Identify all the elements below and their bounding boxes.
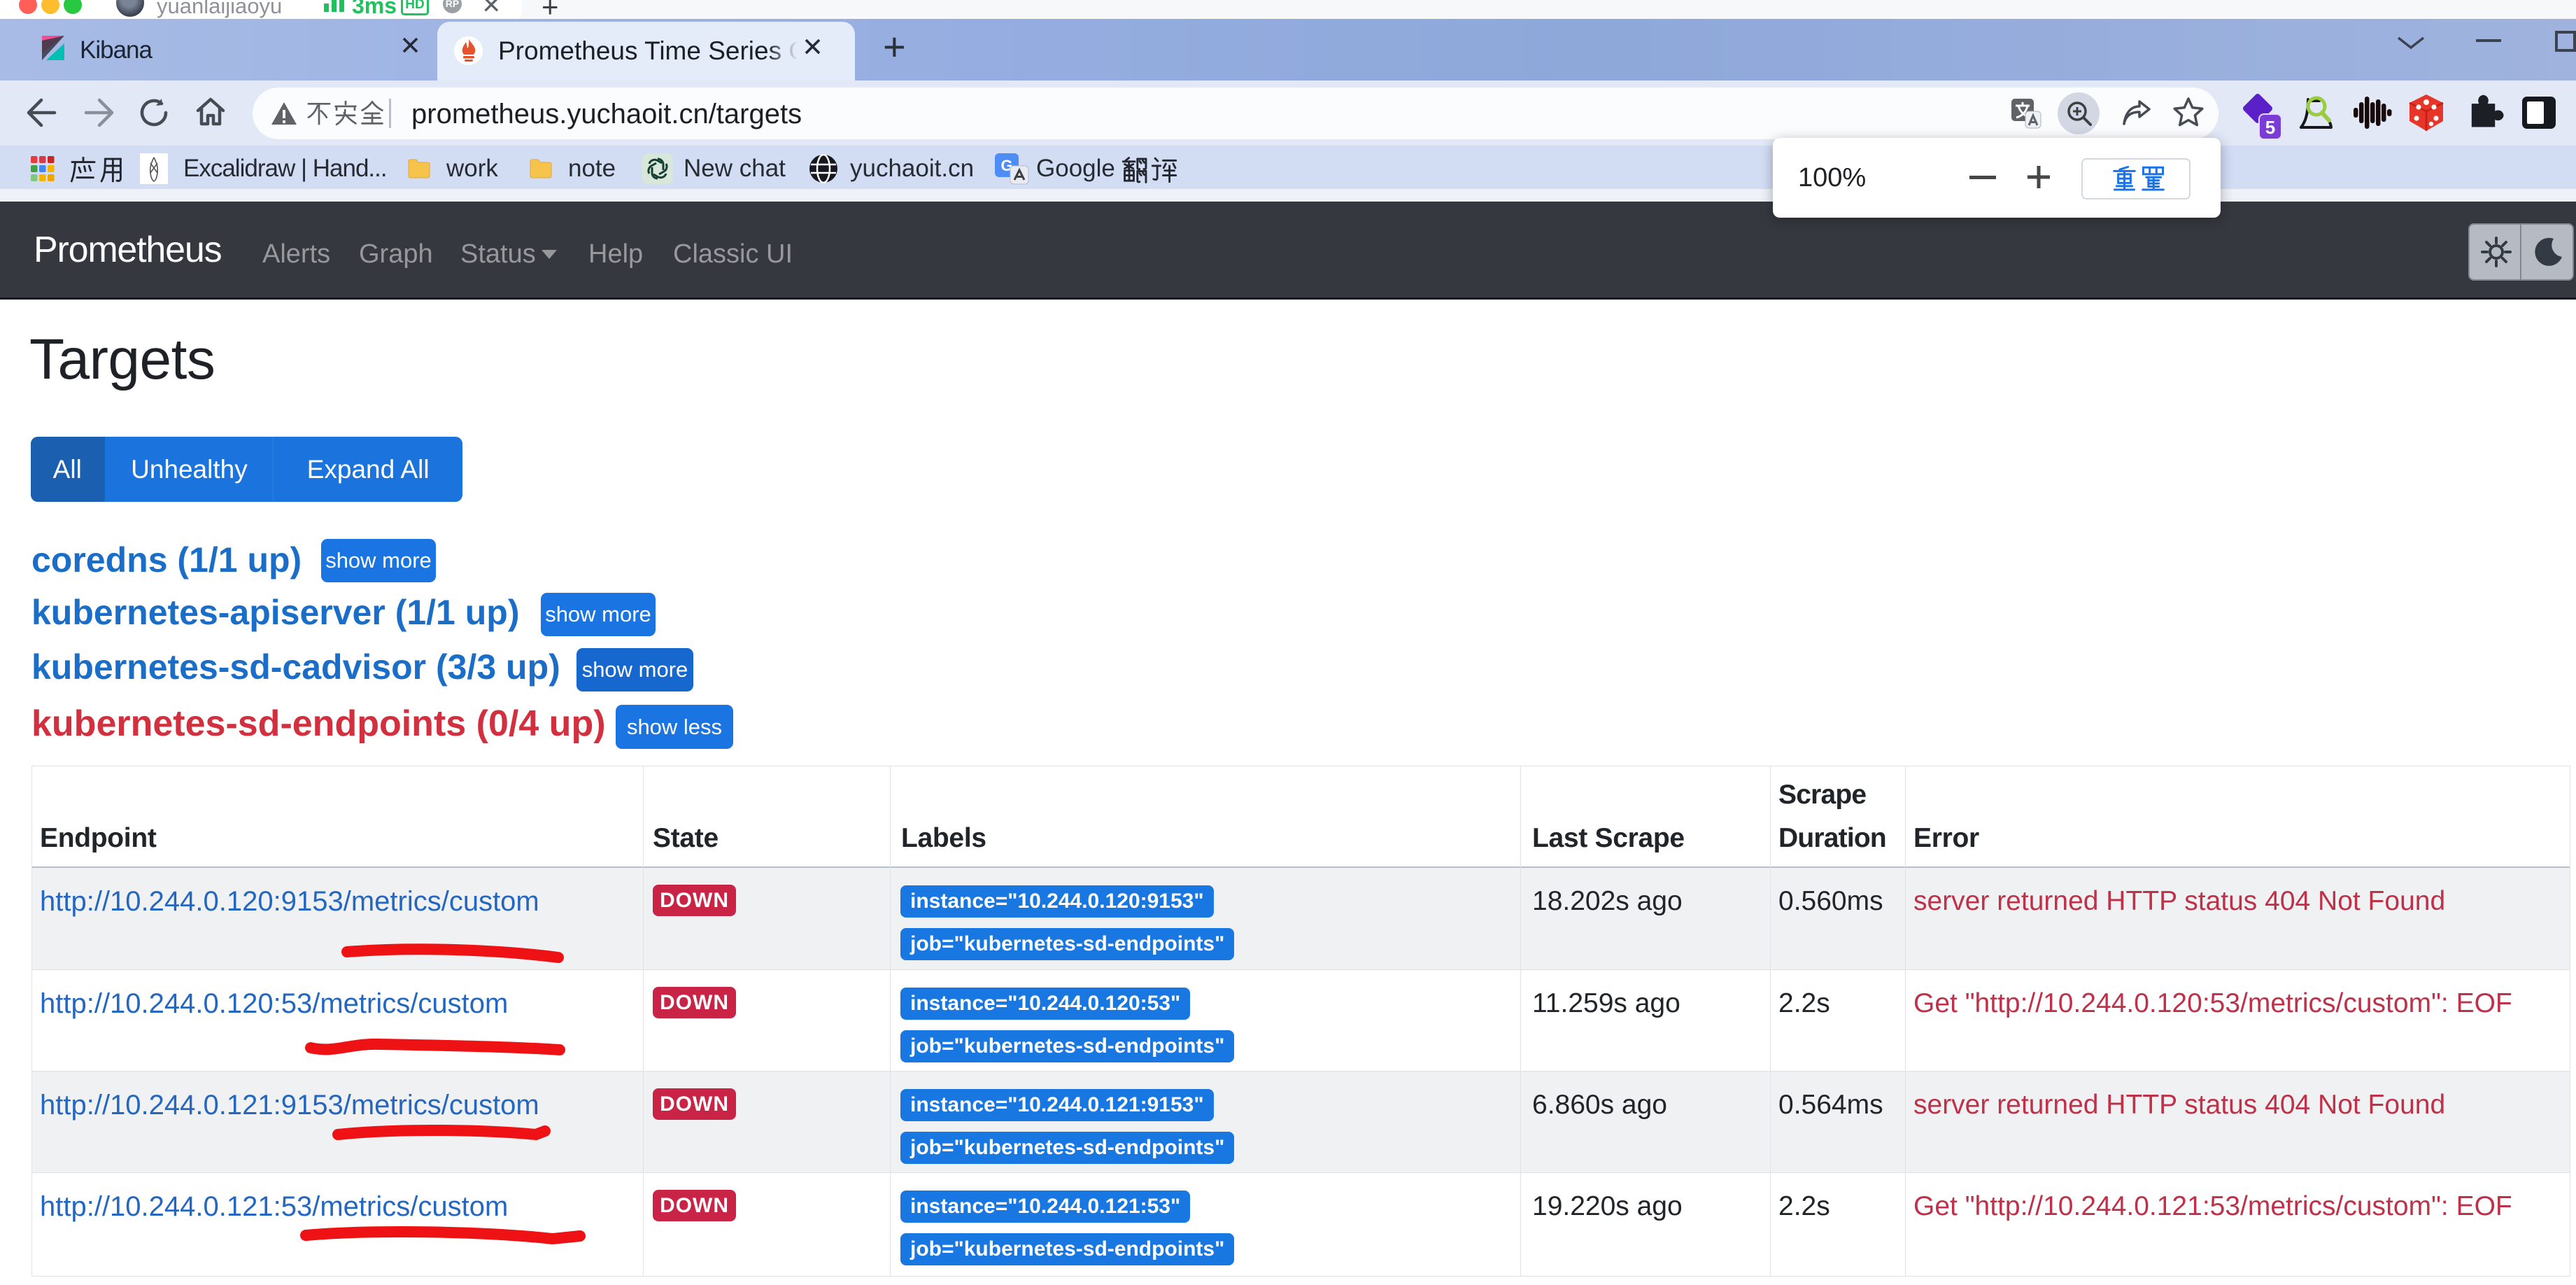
svg-text:5: 5	[2265, 117, 2275, 138]
